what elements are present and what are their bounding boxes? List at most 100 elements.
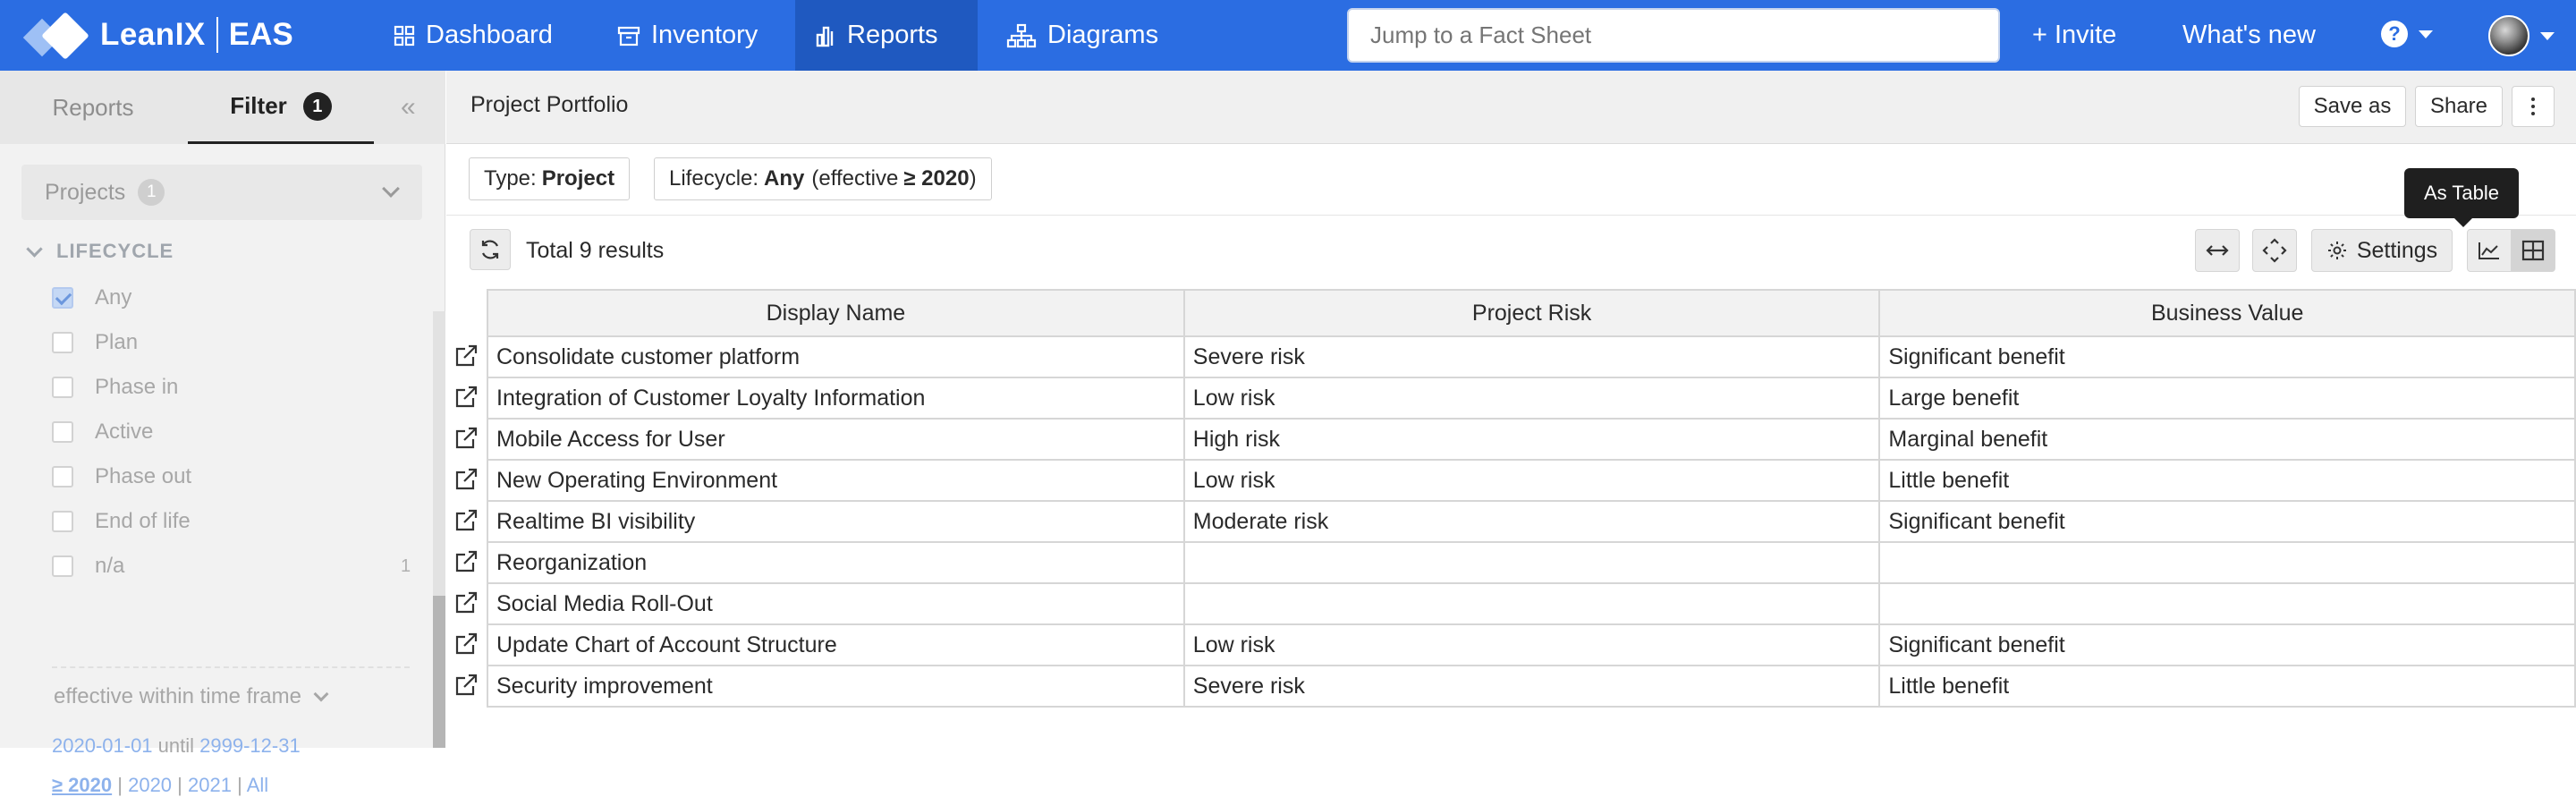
cell-business-value[interactable]: Significant benefit (1878, 623, 2576, 666)
preset-all[interactable]: All (247, 774, 268, 796)
checkbox[interactable] (52, 421, 73, 443)
lifecycle-option-phase-in[interactable]: Phase in (52, 369, 178, 405)
column-header-display-name[interactable]: Display Name (487, 289, 1185, 337)
checkbox[interactable] (52, 377, 73, 398)
cell-display-name[interactable]: Consolidate customer platform (487, 335, 1185, 378)
open-fact-sheet-icon[interactable] (451, 500, 481, 541)
table-row[interactable]: Social Media Roll-Out (487, 582, 2576, 625)
view-as-table-button[interactable] (2511, 229, 2555, 272)
invite-button[interactable]: + Invite (2032, 0, 2116, 71)
nav-inventory[interactable]: Inventory (597, 0, 777, 71)
cell-project-risk[interactable] (1182, 541, 1881, 584)
save-as-button[interactable]: Save as (2299, 86, 2406, 127)
settings-label: Settings (2356, 237, 2438, 263)
lifecycle-heading: LIFECYCLE (56, 240, 174, 262)
user-menu[interactable] (2488, 15, 2555, 56)
table-row[interactable]: Reorganization (487, 541, 2576, 584)
whats-new-link[interactable]: What's new (2182, 0, 2316, 71)
preset-2020[interactable]: 2020 (128, 774, 172, 796)
table-row[interactable]: Security improvement Severe risk Little … (487, 665, 2576, 708)
cell-project-risk[interactable]: Severe risk (1182, 335, 1881, 378)
settings-button[interactable]: Settings (2311, 229, 2453, 272)
checkbox[interactable] (52, 555, 73, 577)
cell-project-risk[interactable]: High risk (1182, 418, 1881, 461)
nav-reports[interactable]: Reports (795, 0, 978, 71)
checkbox[interactable] (52, 466, 73, 488)
cell-business-value[interactable]: Large benefit (1878, 377, 2576, 420)
open-fact-sheet-icon[interactable] (451, 418, 481, 459)
table-row[interactable]: Integration of Customer Loyalty Informat… (487, 377, 2576, 420)
cell-project-risk[interactable]: Low risk (1182, 459, 1881, 502)
tab-filter[interactable]: Filter 1 (188, 71, 374, 144)
timeframe-to-date[interactable]: 2999-12-31 (199, 734, 301, 757)
lifecycle-option-plan[interactable]: Plan (52, 325, 138, 360)
checkbox[interactable] (52, 511, 73, 532)
tab-reports[interactable]: Reports (0, 71, 186, 144)
open-fact-sheet-icon[interactable] (451, 541, 481, 582)
open-fact-sheet-icon[interactable] (451, 665, 481, 706)
cell-business-value[interactable] (1878, 582, 2576, 625)
open-fact-sheet-icon[interactable] (451, 377, 481, 418)
cell-display-name[interactable]: Update Chart of Account Structure (487, 623, 1185, 666)
fact-sheet-search-input[interactable] (1347, 8, 2000, 63)
filter-chip-lifecycle[interactable]: Lifecycle: Any (effective ≥ 2020) (654, 157, 992, 200)
table-row[interactable]: Realtime BI visibility Moderate risk Sig… (487, 500, 2576, 543)
cell-display-name[interactable]: New Operating Environment (487, 459, 1185, 502)
lifecycle-option-phase-out[interactable]: Phase out (52, 459, 191, 495)
column-header-business-value[interactable]: Business Value (1878, 289, 2576, 337)
scrollbar-thumb[interactable] (433, 596, 445, 748)
cell-project-risk[interactable] (1182, 582, 1881, 625)
cell-business-value[interactable]: Little benefit (1878, 459, 2576, 502)
cell-display-name[interactable]: Reorganization (487, 541, 1185, 584)
leanix-logo[interactable]: LeanIX EAS (22, 12, 293, 60)
more-options-button[interactable] (2512, 86, 2555, 127)
cell-business-value[interactable]: Little benefit (1878, 665, 2576, 708)
table-row[interactable]: Consolidate customer platform Severe ris… (487, 335, 2576, 378)
lifecycle-option-any[interactable]: Any (52, 280, 131, 316)
open-fact-sheet-icon[interactable] (451, 623, 481, 665)
table-row[interactable]: New Operating Environment Low risk Littl… (487, 459, 2576, 502)
help-menu[interactable]: ? (2381, 21, 2433, 47)
open-fact-sheet-icon[interactable] (451, 459, 481, 500)
cell-project-risk[interactable]: Severe risk (1182, 665, 1881, 708)
cell-display-name[interactable]: Realtime BI visibility (487, 500, 1185, 543)
checkbox[interactable] (52, 287, 73, 309)
refresh-button[interactable] (470, 229, 511, 270)
cell-business-value[interactable]: Significant benefit (1878, 500, 2576, 543)
timeframe-dropdown[interactable]: effective within time frame (54, 684, 329, 709)
table-row[interactable]: Update Chart of Account Structure Low ri… (487, 623, 2576, 666)
cell-display-name[interactable]: Social Media Roll-Out (487, 582, 1185, 625)
sidebar-scrollbar[interactable] (433, 311, 445, 748)
expand-columns-button[interactable] (2195, 229, 2240, 272)
lifecycle-option-active[interactable]: Active (52, 414, 153, 450)
preset-from-2020[interactable]: ≥ 2020 (52, 774, 112, 796)
fact-sheet-type-dropdown[interactable]: Projects 1 (21, 165, 422, 220)
share-button[interactable]: Share (2415, 86, 2503, 127)
cell-project-risk[interactable]: Low risk (1182, 623, 1881, 666)
nav-diagrams[interactable]: Diagrams (987, 0, 1178, 71)
lifecycle-option-end-of-life[interactable]: End of life (52, 504, 191, 539)
filter-chip-type[interactable]: Type: Project (469, 157, 631, 200)
brand-separator (216, 17, 218, 53)
lifecycle-option-na[interactable]: n/a (52, 548, 124, 584)
cell-display-name[interactable]: Integration of Customer Loyalty Informat… (487, 377, 1185, 420)
cell-business-value[interactable]: Significant benefit (1878, 335, 2576, 378)
view-as-chart-button[interactable] (2467, 229, 2512, 272)
open-fact-sheet-icon[interactable] (451, 582, 481, 623)
nav-dashboard[interactable]: Dashboard (374, 0, 572, 71)
open-fact-sheet-icon[interactable] (451, 335, 481, 377)
checkbox[interactable] (52, 332, 73, 353)
table-row[interactable]: Mobile Access for User High risk Margina… (487, 418, 2576, 461)
preset-2021[interactable]: 2021 (188, 774, 232, 796)
cell-project-risk[interactable]: Moderate risk (1182, 500, 1881, 543)
cell-display-name[interactable]: Mobile Access for User (487, 418, 1185, 461)
timeframe-from-date[interactable]: 2020-01-01 (52, 734, 153, 757)
lifecycle-section-toggle[interactable]: LIFECYCLE (26, 240, 174, 263)
collapse-sidebar-icon[interactable]: « (401, 92, 416, 123)
column-header-project-risk[interactable]: Project Risk (1182, 289, 1881, 337)
cell-project-risk[interactable]: Low risk (1182, 377, 1881, 420)
cell-business-value[interactable]: Marginal benefit (1878, 418, 2576, 461)
cell-display-name[interactable]: Security improvement (487, 665, 1185, 708)
cell-business-value[interactable] (1878, 541, 2576, 584)
fit-to-screen-button[interactable] (2252, 229, 2297, 272)
